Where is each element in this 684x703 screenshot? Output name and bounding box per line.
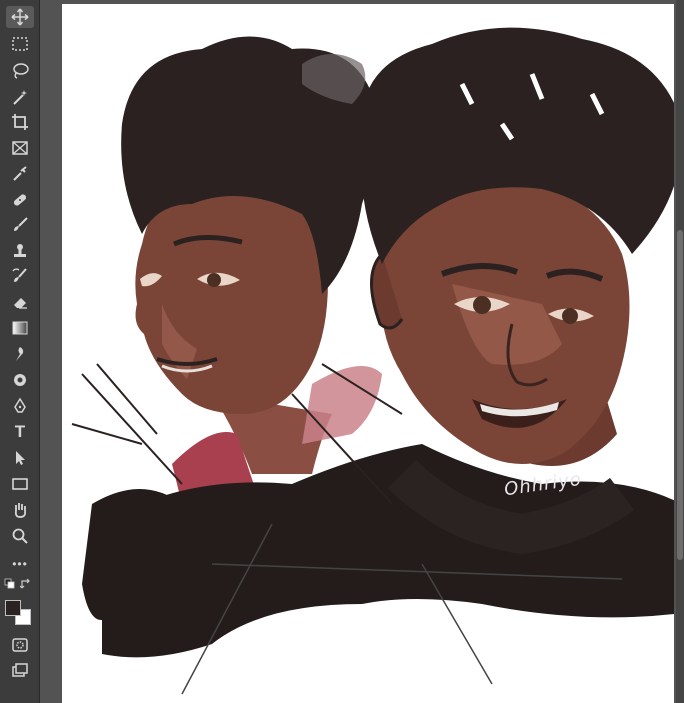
magic-wand-icon[interactable]	[6, 86, 34, 108]
document-canvas[interactable]: Ohhriyo	[62, 4, 674, 703]
lasso-icon[interactable]	[6, 60, 34, 82]
rectangle-shape-icon[interactable]	[6, 473, 34, 495]
smudge-icon[interactable]	[6, 343, 34, 365]
clone-stamp-icon[interactable]	[6, 240, 34, 262]
canvas-workspace: Ohhriyo	[40, 0, 684, 703]
vertical-scrollbar[interactable]	[676, 0, 684, 703]
eraser-icon[interactable]	[6, 291, 34, 313]
foreground-color-swatch[interactable]	[5, 600, 21, 616]
frame-icon[interactable]	[6, 137, 34, 159]
hand-icon[interactable]	[6, 499, 34, 521]
pen-icon[interactable]	[6, 395, 34, 417]
dodge-icon[interactable]	[6, 369, 34, 391]
artwork-illustration	[71, 27, 674, 695]
screen-mode-icon[interactable]	[6, 660, 34, 682]
zoom-icon[interactable]	[6, 525, 34, 547]
crop-icon[interactable]	[6, 111, 34, 133]
swap-colors-icon[interactable]	[20, 578, 34, 590]
rect-marquee-icon[interactable]	[6, 33, 34, 55]
default-colors-icon[interactable]	[4, 578, 18, 590]
path-select-icon[interactable]	[6, 447, 34, 469]
quick-mask-icon[interactable]	[6, 634, 34, 656]
move-icon[interactable]	[6, 6, 34, 28]
eyedropper-icon[interactable]	[6, 163, 34, 185]
more-tools-icon[interactable]: •••	[6, 553, 34, 575]
healing-brush-icon[interactable]	[6, 189, 34, 211]
history-brush-icon[interactable]	[6, 265, 34, 287]
scrollbar-thumb[interactable]	[677, 230, 683, 560]
brush-icon[interactable]	[6, 214, 34, 236]
tools-panel: T •••	[0, 0, 40, 703]
type-icon[interactable]: T	[6, 421, 34, 443]
gradient-icon[interactable]	[6, 317, 34, 339]
